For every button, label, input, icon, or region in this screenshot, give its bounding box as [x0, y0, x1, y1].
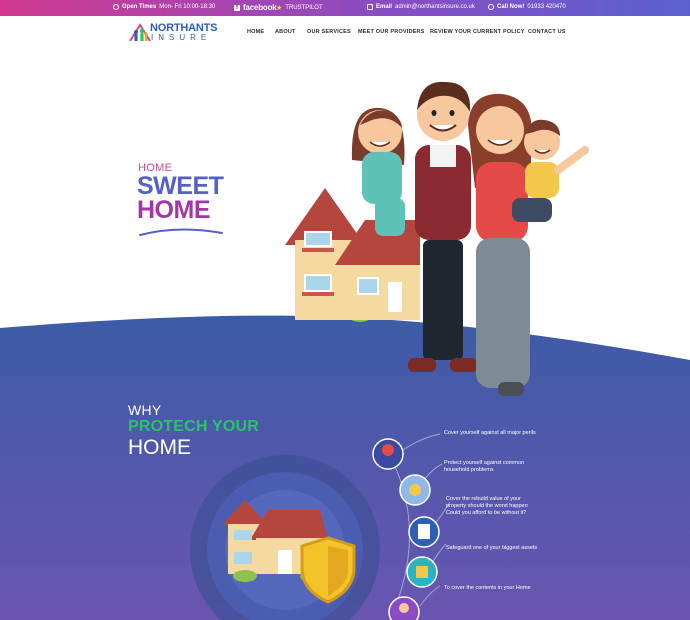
email-value: admin@northantsinsure.co.uk [395, 4, 475, 10]
call-label: Call Now! [497, 4, 525, 10]
trustpilot-star-icon: ★ [276, 5, 283, 12]
feature-text-1: Cover yourself against all major perils [444, 430, 536, 436]
open-times-label: Open Times [122, 4, 157, 10]
why-line-1: WHY [128, 402, 162, 418]
hero-swoosh-decoration [139, 228, 223, 236]
nav-about[interactable]: ABOUT [275, 29, 296, 35]
feature-text-5: To cover the contents in your Home [444, 585, 531, 591]
trustpilot-label: TRUSTPILOT [285, 5, 323, 11]
trustpilot-link[interactable]: ★ TRUSTPILOT [276, 4, 323, 12]
why-line-2: PROTECH YOUR [128, 418, 260, 435]
why-line-3: HOME [128, 436, 191, 459]
nav-contact-us[interactable]: CONTACT US [528, 29, 566, 35]
features-list: Cover yourself against all major perils … [360, 420, 690, 620]
call-link[interactable]: Call Now! 01933 420470 [488, 4, 566, 10]
feature-text-3: Cover the rebuild value of your property… [446, 496, 528, 516]
nav-home[interactable]: HOME [247, 29, 264, 35]
facebook-icon: f [234, 4, 240, 11]
call-value: 01933 420470 [527, 4, 566, 10]
feature-text-2: Protect yourself against common househol… [444, 460, 525, 473]
facebook-label: facebook [243, 3, 277, 12]
phone-icon [488, 4, 494, 10]
family-house-illustration [285, 81, 589, 396]
hero-line-home-2: HOME [137, 196, 211, 224]
envelope-icon [367, 4, 373, 10]
top-info-bar: Open Times Mon- Fri 10:00-18:30 f facebo… [0, 0, 690, 16]
nav-meet-our-providers[interactable]: MEET OUR PROVIDERS [358, 29, 425, 35]
open-times: Open Times Mon- Fri 10:00-18:30 [113, 4, 215, 10]
facebook-link[interactable]: f facebook [234, 3, 277, 12]
clock-icon [113, 4, 119, 10]
main-nav: HOME ABOUT OUR SERVICES MEET OUR PROVIDE… [0, 29, 690, 39]
email-link[interactable]: Email admin@northantsinsure.co.uk [367, 4, 475, 10]
email-label: Email [376, 4, 393, 10]
feature-text-4: Safeguard one of your biggest assets [446, 545, 538, 551]
nav-our-services[interactable]: OUR SERVICES [307, 29, 351, 35]
open-times-value: Mon- Fri 10:00-18:30 [159, 4, 216, 10]
nav-review-policy[interactable]: REVIEW YOUR CURRENT POLICY [430, 29, 525, 35]
